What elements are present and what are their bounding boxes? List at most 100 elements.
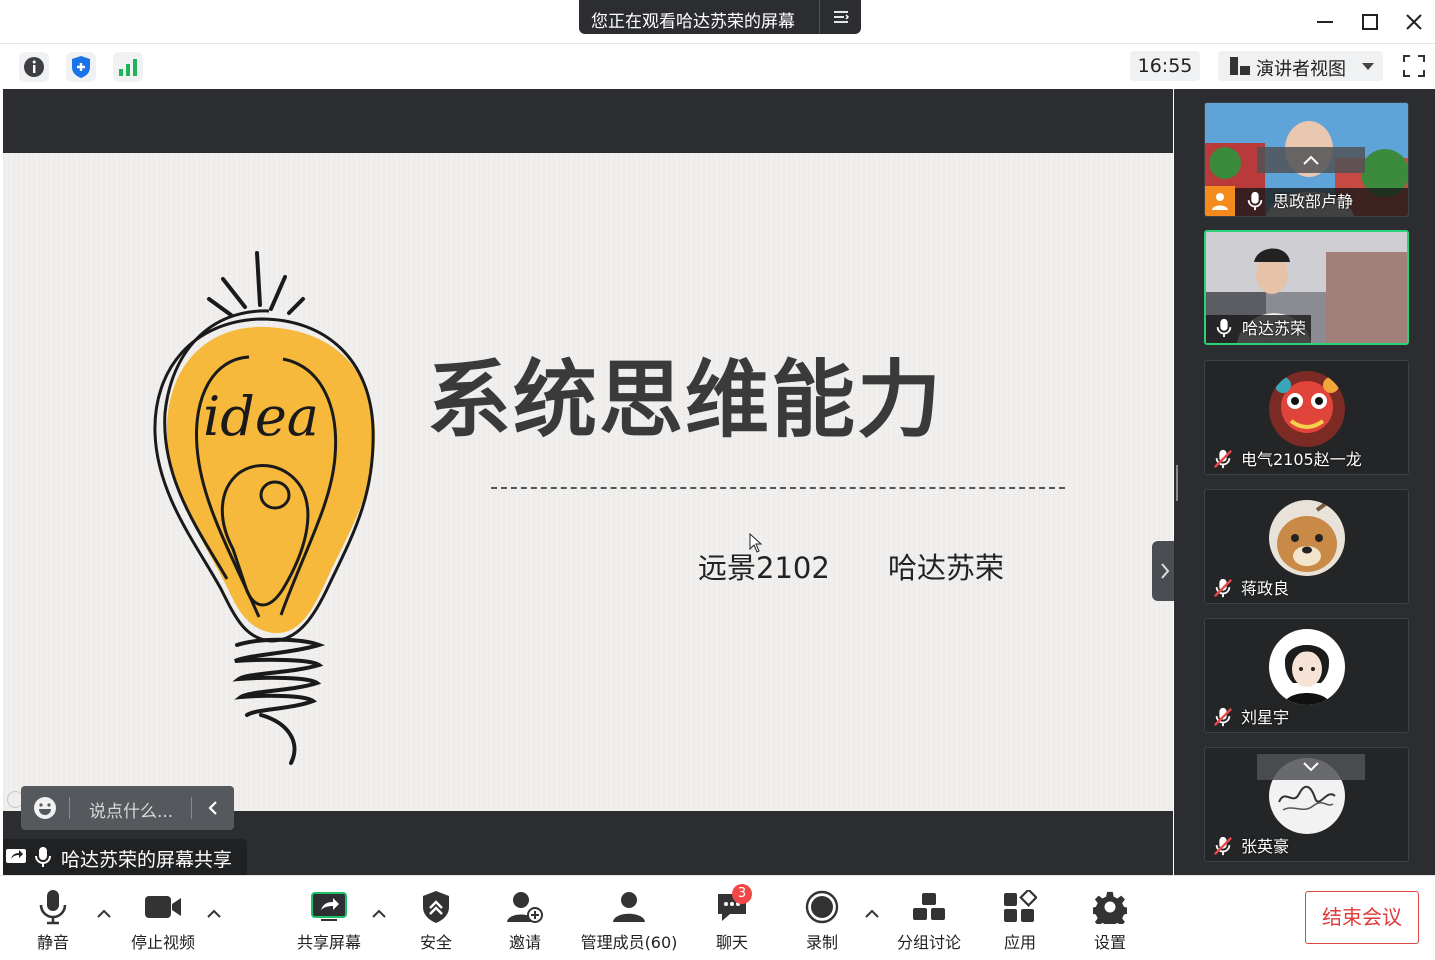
participant-gallery: 思政部卢静 哈达苏荣 电气2105赵一龙 蒋政良 刘星宇 张英豪 <box>1174 89 1435 875</box>
record-button[interactable]: 录制 <box>800 888 844 952</box>
screen-sharer-label: 哈达苏荣的屏幕共享 <box>3 839 247 875</box>
chat-button[interactable]: 3 聊天 <box>706 884 758 952</box>
view-mode-label: 演讲者视图 <box>1256 59 1346 80</box>
avatar <box>1269 500 1345 576</box>
settings-button[interactable]: 设置 <box>1088 888 1132 952</box>
apps-button[interactable]: 应用 <box>998 888 1042 952</box>
breakout-rooms-label: 分组讨论 <box>896 933 961 952</box>
settings-label: 设置 <box>1093 933 1126 952</box>
mute-label: 静音 <box>36 933 69 952</box>
microphone-icon <box>39 890 67 925</box>
slide-class-name: 远景2102 <box>698 551 830 585</box>
breakout-rooms-icon <box>913 893 945 920</box>
chevron-up-icon[interactable] <box>370 906 388 920</box>
chevron-right-icon <box>1160 563 1169 579</box>
microphone-muted-icon <box>1213 836 1233 856</box>
share-banner[interactable]: 您正在观看哈达苏荣的屏幕 <box>579 0 861 34</box>
avatar <box>1269 371 1345 447</box>
chevron-up-icon[interactable] <box>863 906 881 920</box>
gear-icon <box>1093 891 1127 924</box>
sharer-label-text: 哈达苏荣的屏幕共享 <box>61 849 233 871</box>
invite-label: 邀请 <box>508 933 541 952</box>
chat-separator <box>191 797 192 819</box>
host-badge-icon <box>1205 186 1235 216</box>
bulb-word: idea <box>203 385 319 448</box>
participant-tile[interactable]: 哈达苏荣 <box>1204 230 1409 345</box>
stop-video-button[interactable]: 停止视频 <box>126 888 200 952</box>
chevron-down-icon[interactable] <box>1257 754 1365 780</box>
microphone-muted-icon <box>1213 578 1233 598</box>
manage-members-label: 管理成员(60) <box>580 933 678 952</box>
members-icon <box>613 892 645 922</box>
end-meeting-button[interactable]: 结束会议 <box>1305 891 1419 944</box>
slide-title: 系统思维能力 <box>427 351 944 449</box>
quick-chat-box[interactable]: 说点什么... <box>21 786 234 830</box>
microphone-muted-icon <box>1213 707 1233 727</box>
presentation-slide: idea 系统思维能力 远景2102 哈达苏荣 说点什么... <box>3 153 1173 830</box>
caret-down-icon <box>1362 63 1374 70</box>
meeting-info-bar: 16:55 演讲者视图 <box>0 45 1435 88</box>
share-banner-text: 您正在观看哈达苏荣的屏幕 <box>591 12 795 32</box>
slide-dashed-divider <box>491 487 1065 489</box>
chat-input-placeholder[interactable]: 说点什么... <box>89 797 173 822</box>
participant-name: 电气2105赵一龙 <box>1241 450 1362 469</box>
mute-button[interactable]: 静音 <box>22 888 84 952</box>
mouse-cursor-icon <box>749 533 763 553</box>
breakout-rooms-button[interactable]: 分组讨论 <box>895 888 963 952</box>
meeting-toolbar: 静音 停止视频 共享屏幕 安全 邀请 管理成员(60) 3 聊天 录制 分组讨论 <box>0 875 1435 960</box>
close-icon[interactable] <box>1399 8 1429 36</box>
security-button[interactable]: 安全 <box>409 888 463 952</box>
screen-share-icon <box>6 849 26 863</box>
chat-unread-badge: 3 <box>732 884 752 904</box>
microphone-icon <box>1216 318 1232 338</box>
microphone-icon <box>35 847 51 867</box>
chevron-up-icon[interactable] <box>95 906 113 920</box>
participant-tile[interactable]: 刘星宇 <box>1204 618 1409 733</box>
apps-grid-icon <box>1004 890 1037 922</box>
menu-lines-icon[interactable] <box>819 0 861 34</box>
chat-label: 聊天 <box>715 933 748 952</box>
shield-icon[interactable] <box>66 52 96 82</box>
gallery-resize-handle[interactable] <box>1176 465 1178 501</box>
emoji-icon[interactable] <box>33 796 57 820</box>
chat-separator <box>69 797 70 819</box>
chevron-up-icon[interactable] <box>205 906 223 920</box>
participant-tile[interactable]: 思政部卢静 <box>1204 102 1409 217</box>
participant-tile[interactable]: 电气2105赵一龙 <box>1204 360 1409 475</box>
meeting-clock: 16:55 <box>1130 51 1200 81</box>
manage-members-button[interactable]: 管理成员(60) <box>580 888 678 952</box>
slide-author: 哈达苏荣 <box>888 551 1005 585</box>
security-label: 安全 <box>419 933 452 952</box>
view-mode-dropdown[interactable]: 演讲者视图 <box>1218 51 1383 81</box>
invite-button[interactable]: 邀请 <box>500 888 550 952</box>
maximize-icon[interactable] <box>1355 8 1385 36</box>
participant-tile[interactable]: 张英豪 <box>1204 747 1409 862</box>
signal-bars-icon[interactable] <box>113 52 143 82</box>
stop-video-label: 停止视频 <box>130 933 195 952</box>
avatar <box>1269 629 1345 705</box>
participant-name: 刘星宇 <box>1241 708 1290 727</box>
microphone-icon <box>1247 191 1263 211</box>
chevron-up-icon[interactable] <box>1257 147 1365 173</box>
share-screen-button[interactable]: 共享屏幕 <box>292 888 366 952</box>
participant-name: 思政部卢静 <box>1273 192 1354 211</box>
add-user-icon <box>507 892 543 923</box>
microphone-muted-icon <box>1213 449 1233 469</box>
participant-name: 蒋政良 <box>1241 579 1290 598</box>
participant-tile[interactable]: 蒋政良 <box>1204 489 1409 604</box>
speaker-view-icon <box>1230 57 1250 75</box>
participant-name: 哈达苏荣 <box>1242 319 1307 338</box>
security-shield-icon <box>423 891 449 923</box>
info-icon[interactable] <box>19 52 49 82</box>
apps-label: 应用 <box>1003 933 1036 952</box>
video-camera-icon <box>145 896 181 918</box>
record-icon <box>805 890 839 924</box>
chevron-left-icon[interactable] <box>201 794 225 822</box>
minimize-icon[interactable] <box>1310 8 1340 36</box>
lightbulb-illustration: idea <box>153 251 376 765</box>
screen-share-icon <box>311 892 347 921</box>
title-bar: 您正在观看哈达苏荣的屏幕 <box>0 0 1435 44</box>
participant-name: 张英豪 <box>1241 837 1290 856</box>
fullscreen-icon[interactable] <box>1398 51 1430 81</box>
record-label: 录制 <box>805 933 838 952</box>
